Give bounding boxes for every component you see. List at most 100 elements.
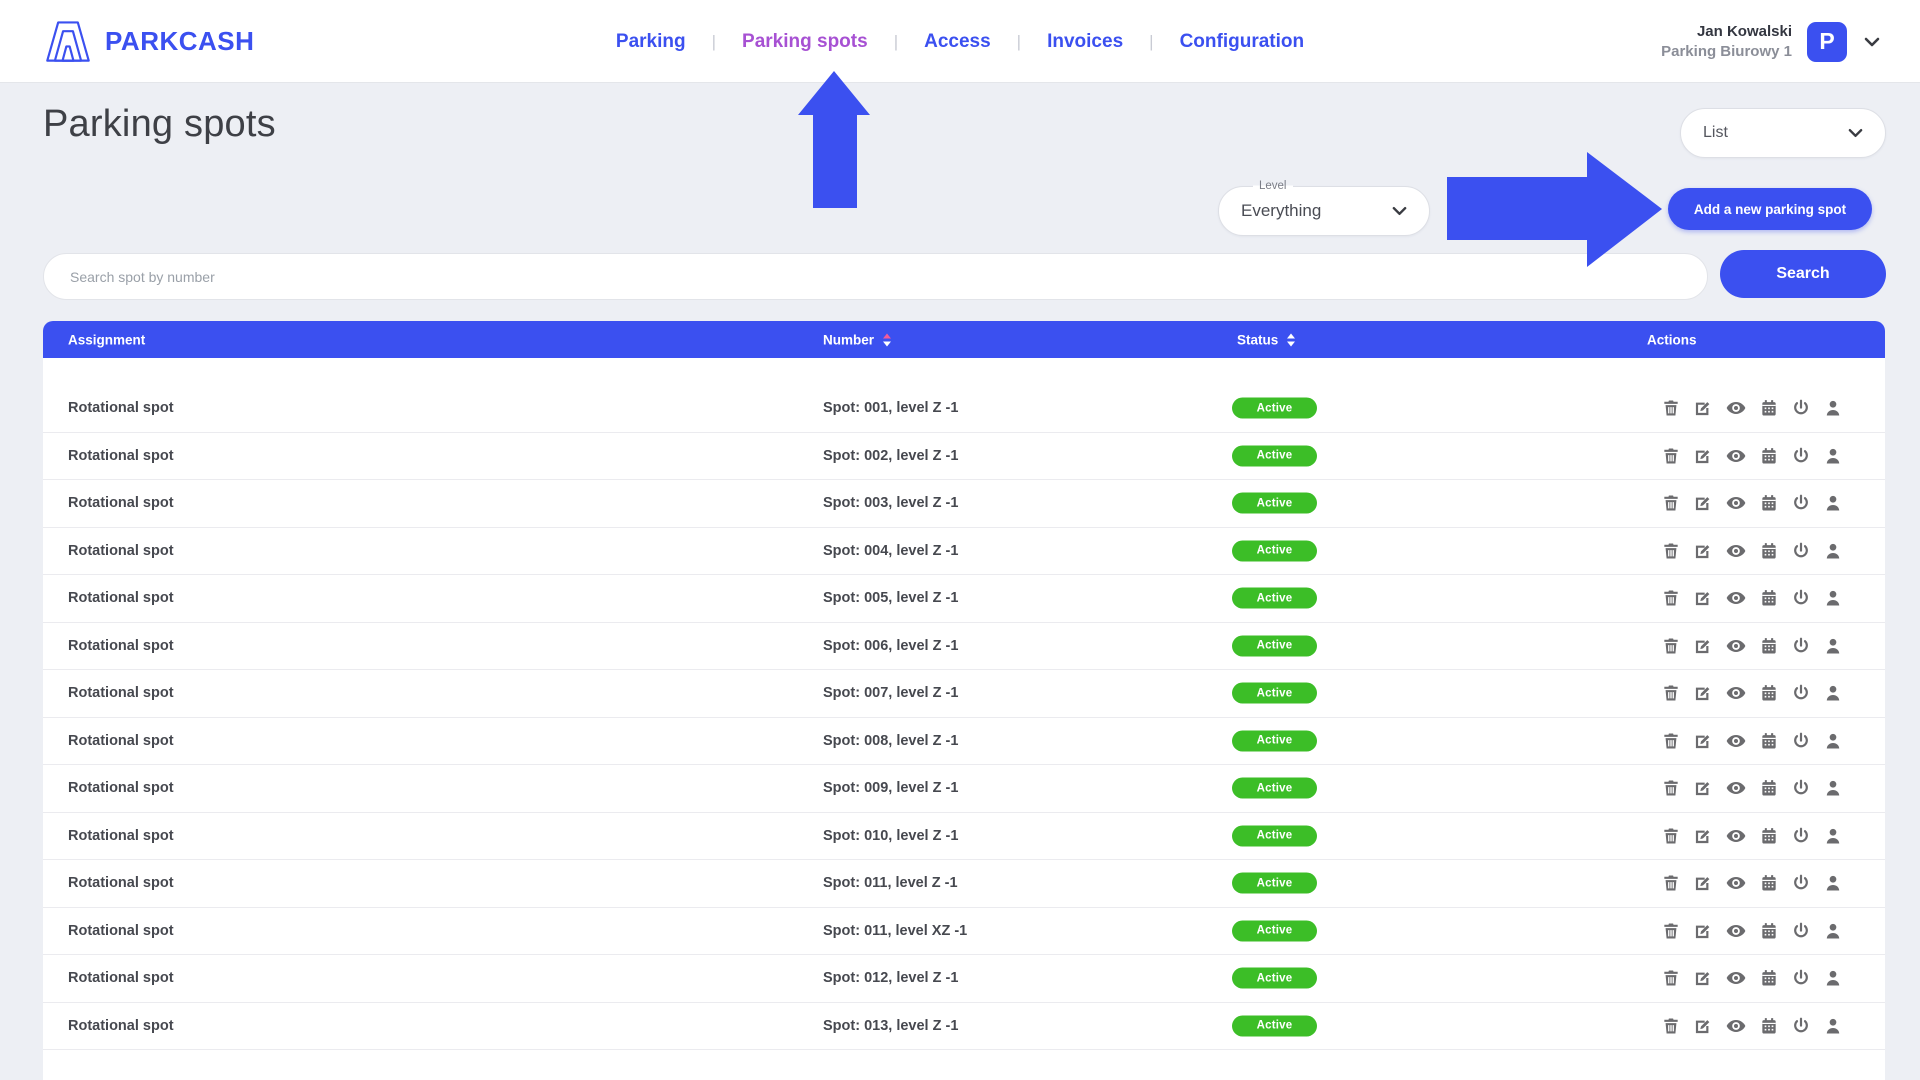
power-icon[interactable] xyxy=(1791,446,1811,466)
power-icon[interactable] xyxy=(1791,636,1811,656)
calendar-icon[interactable] xyxy=(1759,826,1779,846)
user-icon[interactable] xyxy=(1823,446,1843,466)
calendar-icon[interactable] xyxy=(1759,1016,1779,1036)
eye-icon[interactable] xyxy=(1725,967,1747,989)
edit-icon[interactable] xyxy=(1693,636,1713,656)
trash-icon[interactable] xyxy=(1661,636,1681,656)
user-icon[interactable] xyxy=(1823,398,1843,418)
user-icon[interactable] xyxy=(1823,588,1843,608)
power-icon[interactable] xyxy=(1791,588,1811,608)
trash-icon[interactable] xyxy=(1661,731,1681,751)
sort-icon[interactable] xyxy=(883,333,891,346)
trash-icon[interactable] xyxy=(1661,398,1681,418)
user-icon[interactable] xyxy=(1823,826,1843,846)
power-icon[interactable] xyxy=(1791,778,1811,798)
level-select[interactable]: Level Everything xyxy=(1218,186,1430,236)
edit-icon[interactable] xyxy=(1693,493,1713,513)
trash-icon[interactable] xyxy=(1661,826,1681,846)
eye-icon[interactable] xyxy=(1725,635,1747,657)
edit-icon[interactable] xyxy=(1693,398,1713,418)
trash-icon[interactable] xyxy=(1661,968,1681,988)
power-icon[interactable] xyxy=(1791,541,1811,561)
eye-icon[interactable] xyxy=(1725,825,1747,847)
view-select[interactable]: List xyxy=(1680,108,1886,158)
power-icon[interactable] xyxy=(1791,826,1811,846)
user-icon[interactable] xyxy=(1823,731,1843,751)
avatar[interactable]: P xyxy=(1807,22,1847,62)
brand-logo-link[interactable]: PARKCASH xyxy=(44,17,254,65)
trash-icon[interactable] xyxy=(1661,1016,1681,1036)
user-icon[interactable] xyxy=(1823,778,1843,798)
edit-icon[interactable] xyxy=(1693,588,1713,608)
calendar-icon[interactable] xyxy=(1759,731,1779,751)
user-icon[interactable] xyxy=(1823,1016,1843,1036)
eye-icon[interactable] xyxy=(1725,682,1747,704)
eye-icon[interactable] xyxy=(1725,1015,1747,1037)
user-icon[interactable] xyxy=(1823,636,1843,656)
user-icon[interactable] xyxy=(1823,921,1843,941)
nav-item-configuration[interactable]: Configuration xyxy=(1180,31,1305,53)
column-header-number[interactable]: Number xyxy=(823,332,891,347)
eye-icon[interactable] xyxy=(1725,540,1747,562)
calendar-icon[interactable] xyxy=(1759,968,1779,988)
nav-item-parking[interactable]: Parking xyxy=(616,31,686,53)
calendar-icon[interactable] xyxy=(1759,541,1779,561)
user-icon[interactable] xyxy=(1823,683,1843,703)
edit-icon[interactable] xyxy=(1693,921,1713,941)
trash-icon[interactable] xyxy=(1661,683,1681,703)
calendar-icon[interactable] xyxy=(1759,683,1779,703)
power-icon[interactable] xyxy=(1791,398,1811,418)
power-icon[interactable] xyxy=(1791,1016,1811,1036)
eye-icon[interactable] xyxy=(1725,397,1747,419)
power-icon[interactable] xyxy=(1791,921,1811,941)
eye-icon[interactable] xyxy=(1725,920,1747,942)
edit-icon[interactable] xyxy=(1693,1016,1713,1036)
trash-icon[interactable] xyxy=(1661,541,1681,561)
calendar-icon[interactable] xyxy=(1759,446,1779,466)
user-icon[interactable] xyxy=(1823,873,1843,893)
search-input[interactable] xyxy=(43,253,1708,300)
trash-icon[interactable] xyxy=(1661,778,1681,798)
power-icon[interactable] xyxy=(1791,683,1811,703)
calendar-icon[interactable] xyxy=(1759,636,1779,656)
nav-item-invoices[interactable]: Invoices xyxy=(1047,31,1123,53)
power-icon[interactable] xyxy=(1791,731,1811,751)
edit-icon[interactable] xyxy=(1693,731,1713,751)
power-icon[interactable] xyxy=(1791,873,1811,893)
eye-icon[interactable] xyxy=(1725,445,1747,467)
eye-icon[interactable] xyxy=(1725,872,1747,894)
trash-icon[interactable] xyxy=(1661,873,1681,893)
eye-icon[interactable] xyxy=(1725,587,1747,609)
trash-icon[interactable] xyxy=(1661,588,1681,608)
eye-icon[interactable] xyxy=(1725,730,1747,752)
user-menu[interactable]: Jan Kowalski Parking Biurowy 1 P xyxy=(1661,0,1880,83)
nav-item-parking-spots[interactable]: Parking spots xyxy=(742,31,868,53)
edit-icon[interactable] xyxy=(1693,541,1713,561)
eye-icon[interactable] xyxy=(1725,777,1747,799)
chevron-down-icon[interactable] xyxy=(1864,37,1880,47)
trash-icon[interactable] xyxy=(1661,493,1681,513)
edit-icon[interactable] xyxy=(1693,873,1713,893)
edit-icon[interactable] xyxy=(1693,968,1713,988)
column-header-status[interactable]: Status xyxy=(1237,332,1295,347)
edit-icon[interactable] xyxy=(1693,826,1713,846)
power-icon[interactable] xyxy=(1791,493,1811,513)
user-icon[interactable] xyxy=(1823,541,1843,561)
calendar-icon[interactable] xyxy=(1759,493,1779,513)
edit-icon[interactable] xyxy=(1693,683,1713,703)
calendar-icon[interactable] xyxy=(1759,398,1779,418)
calendar-icon[interactable] xyxy=(1759,588,1779,608)
trash-icon[interactable] xyxy=(1661,921,1681,941)
user-icon[interactable] xyxy=(1823,493,1843,513)
calendar-icon[interactable] xyxy=(1759,778,1779,798)
trash-icon[interactable] xyxy=(1661,446,1681,466)
eye-icon[interactable] xyxy=(1725,492,1747,514)
nav-item-access[interactable]: Access xyxy=(924,31,991,53)
add-parking-spot-button[interactable]: Add a new parking spot xyxy=(1668,188,1872,230)
sort-icon[interactable] xyxy=(1287,333,1295,346)
calendar-icon[interactable] xyxy=(1759,873,1779,893)
edit-icon[interactable] xyxy=(1693,446,1713,466)
edit-icon[interactable] xyxy=(1693,778,1713,798)
search-button[interactable]: Search xyxy=(1720,250,1886,298)
user-icon[interactable] xyxy=(1823,968,1843,988)
